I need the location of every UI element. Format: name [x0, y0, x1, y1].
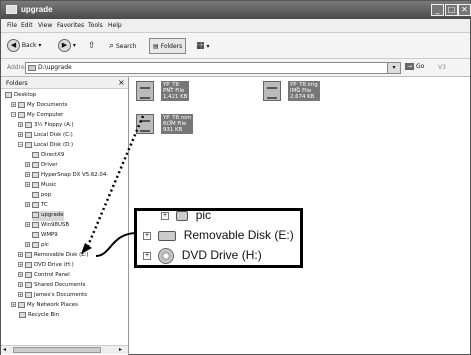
annotation-overlay: [81, 115, 145, 257]
explorer-window: upgrade _ □ ✕ File Edit View Favorites T…: [0, 0, 471, 355]
dotted-arrow-line: [85, 115, 145, 249]
arrow-head: [81, 243, 92, 254]
callout-pointer-line: [95, 232, 138, 257]
